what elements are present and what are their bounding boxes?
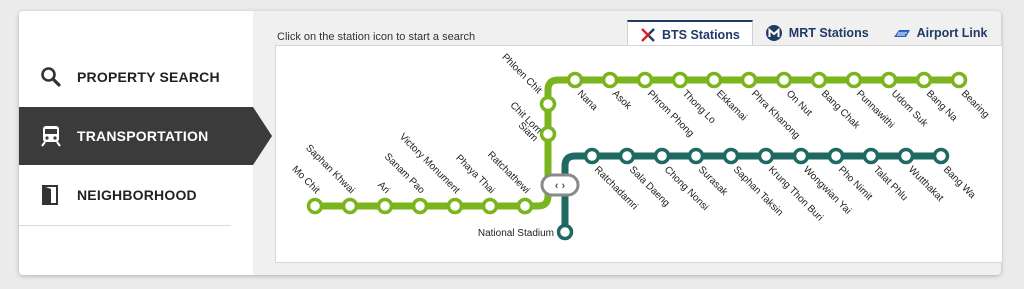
station-bearing[interactable]: Bearing	[950, 71, 992, 121]
route-map-canvas: Mo ChitSaphan Khwai AriSanam PaoVictory M…	[290, 52, 992, 241]
station-marker[interactable]	[539, 125, 557, 143]
bts-route-map: Mo Chit Saphan Khwai Ari Sanam Pao Victory M…	[275, 45, 1003, 263]
train-icon	[40, 125, 62, 147]
sidebar-item-label: PROPERTY SEARCH	[77, 69, 220, 85]
station-label: National Stadium	[478, 228, 554, 239]
station-marker[interactable]	[671, 71, 689, 89]
station-marker[interactable]	[306, 197, 324, 215]
tab-label: Airport Link	[916, 26, 988, 40]
sidebar-divider	[19, 225, 231, 226]
station-saphan-taksin[interactable]: Saphan Taksin	[722, 147, 785, 219]
airport-link-icon	[893, 27, 911, 39]
station-marker[interactable]	[376, 197, 394, 215]
station-marker[interactable]	[775, 71, 793, 89]
station-marker[interactable]	[653, 147, 671, 165]
station-marker[interactable]	[845, 71, 863, 89]
station-label: Bang Na	[924, 88, 960, 124]
sidebar-item-label: TRANSPORTATION	[77, 128, 209, 144]
transport-panel: PROPERTY SEARCH TRANSPORTATION NEIGHBORH…	[19, 11, 1003, 275]
station-label: Nana	[575, 88, 600, 113]
station-marker[interactable]	[722, 147, 740, 165]
instruction-text: Click on the station icon to start a sea…	[277, 31, 476, 43]
station-marker[interactable]	[705, 71, 723, 89]
station-marker[interactable]	[757, 147, 775, 165]
station-label: Ari	[375, 180, 391, 196]
station-marker[interactable]	[566, 71, 584, 89]
door-icon	[40, 184, 62, 206]
sidebar: PROPERTY SEARCH TRANSPORTATION NEIGHBORH…	[19, 11, 272, 275]
station-marker[interactable]	[950, 71, 968, 89]
station-label: Bearing	[959, 88, 991, 120]
station-ari[interactable]: Ari	[375, 180, 394, 215]
station-label: Bang Wa	[941, 164, 978, 201]
station-marker[interactable]	[341, 197, 359, 215]
tab-label: MRT Stations	[788, 26, 869, 40]
station-label: Mo Chit	[290, 164, 322, 196]
station-marker[interactable]	[481, 197, 499, 215]
tab-label: BTS Stations	[662, 28, 740, 42]
station-mo-chit[interactable]: Mo Chit	[290, 164, 324, 215]
station-marker[interactable]	[862, 147, 880, 165]
interchange-icon[interactable]: ‹ ›	[540, 173, 580, 197]
svg-text:‹ ›: ‹ ›	[555, 180, 566, 192]
station-marker[interactable]	[915, 71, 933, 89]
station-label: Wutthakat	[906, 164, 946, 204]
sidebar-item-label: NEIGHBORHOOD	[77, 187, 197, 203]
station-label: Talat Phlu	[871, 164, 910, 203]
station-marker[interactable]	[446, 197, 464, 215]
station-marker[interactable]	[636, 71, 654, 89]
station-marker[interactable]	[810, 71, 828, 89]
sidebar-item-transportation[interactable]: TRANSPORTATION	[19, 107, 272, 165]
station-krung-thon-buri[interactable]: Krung Thon Buri	[757, 147, 826, 224]
station-marker[interactable]	[827, 147, 845, 165]
sidebar-item-neighborhood[interactable]: NEIGHBORHOOD	[19, 166, 253, 224]
tab-bts-stations[interactable]: BTS Stations	[627, 20, 753, 48]
station-label: Phloen Chit	[499, 52, 543, 96]
transit-tabs: BTS Stations MRT Stations Airport Link	[627, 20, 1000, 48]
search-icon	[40, 66, 62, 88]
station-phloen-chit[interactable]: Phloen Chit	[499, 52, 557, 113]
station-marker[interactable]	[583, 147, 601, 165]
sidebar-item-property-search[interactable]: PROPERTY SEARCH	[19, 48, 253, 106]
station-marker[interactable]	[411, 197, 429, 215]
station-label: Ekkamai	[714, 88, 749, 123]
station-label: On Nut	[784, 88, 814, 118]
station-marker[interactable]	[687, 147, 705, 165]
station-marker[interactable]	[897, 147, 915, 165]
station-marker[interactable]	[932, 147, 950, 165]
tab-mrt-stations[interactable]: MRT Stations	[753, 20, 881, 46]
tab-airport-link[interactable]: Airport Link	[881, 20, 1000, 46]
station-marker[interactable]	[740, 71, 758, 89]
mrt-logo-icon	[765, 24, 783, 42]
station-marker[interactable]	[516, 197, 534, 215]
transport-main: Click on the station icon to start a sea…	[253, 11, 1003, 275]
station-marker[interactable]	[556, 223, 574, 241]
station-label: Surasak	[696, 164, 730, 198]
station-phra-khanong[interactable]: Phra Khanong	[740, 71, 802, 142]
station-marker[interactable]	[601, 71, 619, 89]
station-marker[interactable]	[539, 95, 557, 113]
bts-logo-icon	[640, 27, 656, 43]
station-marker[interactable]	[618, 147, 636, 165]
station-marker[interactable]	[792, 147, 810, 165]
station-label: Asok	[610, 88, 634, 112]
station-marker[interactable]	[880, 71, 898, 89]
station-label: Victory Monument	[397, 131, 462, 196]
station-national-stadium[interactable]: National Stadium	[478, 223, 574, 241]
